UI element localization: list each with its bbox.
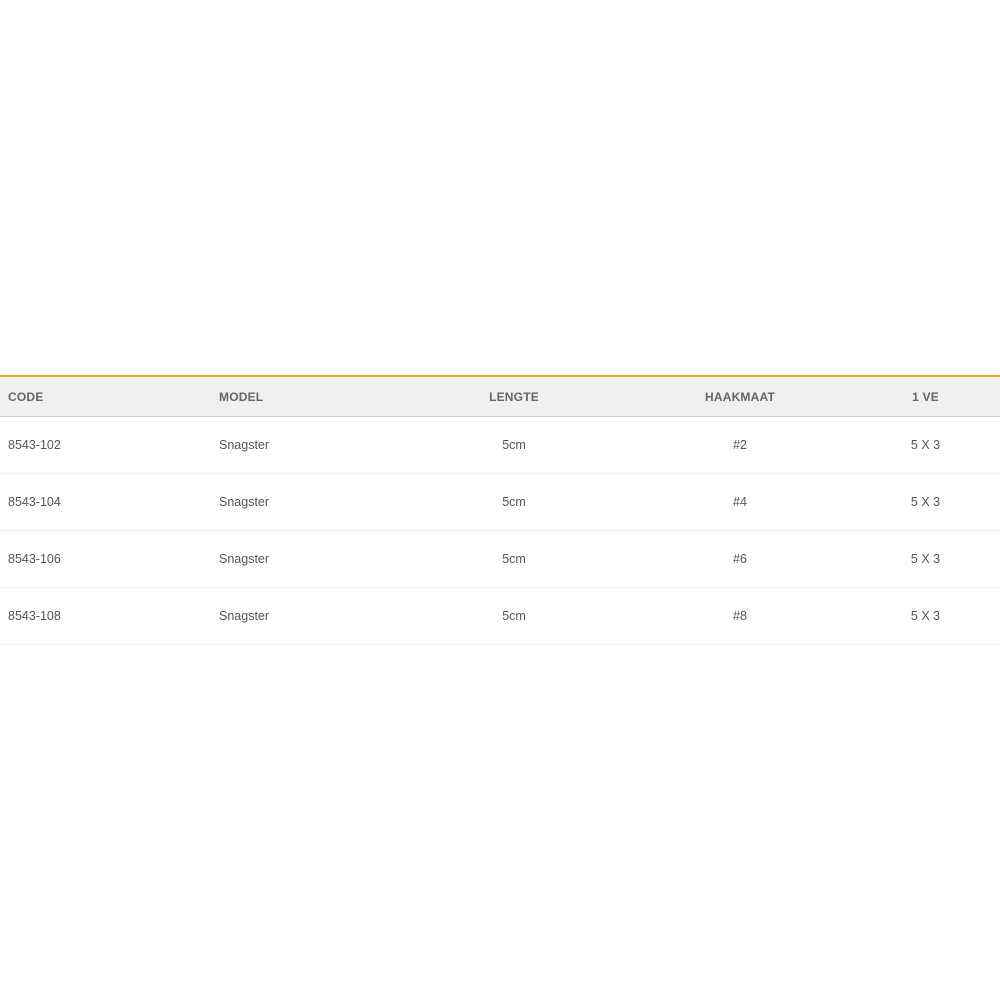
cell-haakmaat: #6 xyxy=(629,530,851,588)
product-table-container: CODE MODEL LENGTE HAAKMAAT 1 VE 8543-102… xyxy=(0,375,1000,645)
header-ve: 1 VE xyxy=(851,375,1000,417)
cell-lengte: 5cm xyxy=(399,530,629,588)
cell-ve: 5 X 3 xyxy=(851,416,1000,474)
cell-ve: 5 X 3 xyxy=(851,473,1000,531)
cell-code: 8543-102 xyxy=(0,416,219,474)
cell-code: 8543-106 xyxy=(0,530,219,588)
cell-haakmaat: #2 xyxy=(629,416,851,474)
header-lengte: LENGTE xyxy=(399,375,629,417)
cell-haakmaat: #4 xyxy=(629,473,851,531)
header-model: MODEL xyxy=(219,375,399,417)
header-row: CODE MODEL LENGTE HAAKMAAT 1 VE xyxy=(0,375,1000,417)
table-body: 8543-102 Snagster 5cm #2 5 X 3 8543-104 … xyxy=(0,416,1000,645)
table-row: 8543-106 Snagster 5cm #6 5 X 3 xyxy=(0,530,1000,588)
table-header: CODE MODEL LENGTE HAAKMAAT 1 VE xyxy=(0,375,1000,417)
cell-code: 8543-108 xyxy=(0,587,219,645)
cell-model: Snagster xyxy=(219,473,399,531)
cell-lengte: 5cm xyxy=(399,473,629,531)
cell-haakmaat: #8 xyxy=(629,587,851,645)
cell-code: 8543-104 xyxy=(0,473,219,531)
cell-lengte: 5cm xyxy=(399,416,629,474)
header-code: CODE xyxy=(0,375,219,417)
header-haakmaat: HAAKMAAT xyxy=(629,375,851,417)
cell-model: Snagster xyxy=(219,530,399,588)
table-row: 8543-104 Snagster 5cm #4 5 X 3 xyxy=(0,473,1000,531)
table-row: 8543-102 Snagster 5cm #2 5 X 3 xyxy=(0,416,1000,474)
cell-model: Snagster xyxy=(219,416,399,474)
cell-lengte: 5cm xyxy=(399,587,629,645)
cell-ve: 5 X 3 xyxy=(851,587,1000,645)
product-table: CODE MODEL LENGTE HAAKMAAT 1 VE 8543-102… xyxy=(0,375,1000,645)
cell-ve: 5 X 3 xyxy=(851,530,1000,588)
table-row: 8543-108 Snagster 5cm #8 5 X 3 xyxy=(0,587,1000,645)
cell-model: Snagster xyxy=(219,587,399,645)
